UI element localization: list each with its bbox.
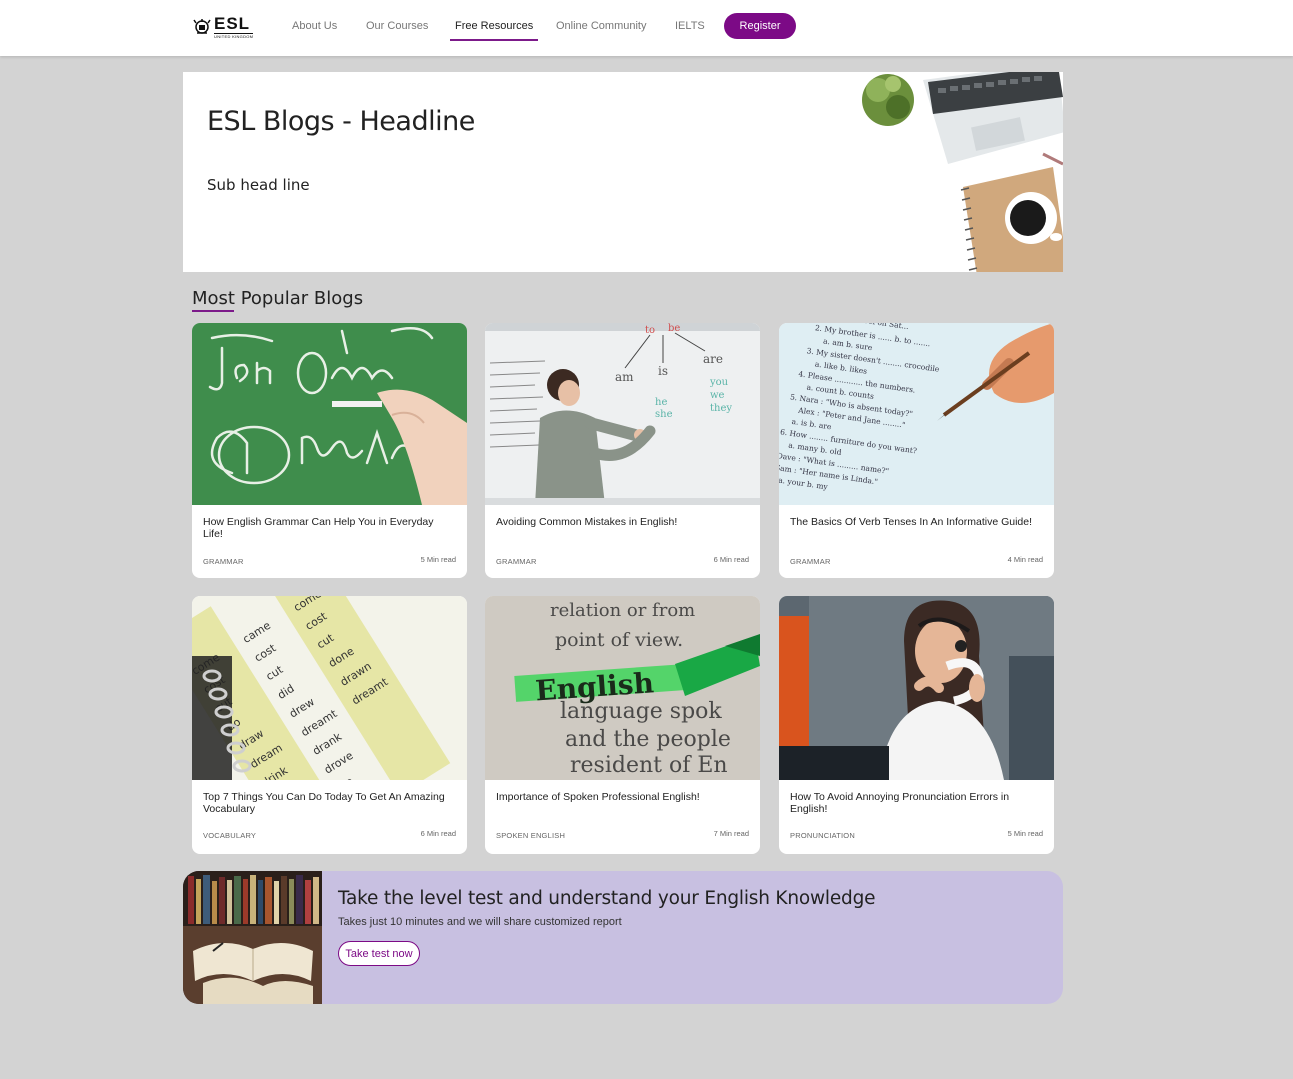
blog-card-category: GRAMMAR	[790, 557, 831, 566]
level-test-subtitle: Takes just 10 minutes and we will share …	[338, 916, 622, 928]
blog-card-read-time: 5 Min read	[1007, 829, 1043, 838]
logo-text: ESL	[214, 14, 251, 33]
plant-icon	[862, 74, 914, 126]
svg-text:she: she	[655, 409, 673, 420]
register-button[interactable]: Register	[724, 13, 796, 39]
svg-text:am: am	[615, 370, 634, 384]
svg-text:be: be	[668, 323, 680, 334]
blog-thumbnail-vocabulary-notebook: comecostcut dodrawdream drinkdriveeat ca…	[192, 596, 467, 780]
crest-icon	[193, 19, 211, 34]
svg-text:is: is	[658, 364, 668, 378]
svg-text:resident of En: resident of En	[570, 753, 728, 778]
svg-text:relation or from: relation or from	[550, 600, 695, 621]
blog-card-title[interactable]: How English Grammar Can Help You in Ever…	[203, 516, 453, 540]
page-title: ESL Blogs - Headline	[207, 106, 475, 137]
level-test-title: Take the level test and understand your …	[338, 888, 876, 909]
nav-free-resources[interactable]: Free Resources	[449, 20, 539, 42]
section-title-underline	[192, 310, 234, 312]
svg-text:are: are	[703, 352, 723, 366]
blog-thumbnail-chalkboard	[192, 323, 467, 505]
logo-subtext: UNITED KINGDOM	[214, 33, 254, 39]
blog-card[interactable]: How English Grammar Can Help You in Ever…	[192, 323, 467, 578]
svg-text:he: he	[655, 397, 667, 408]
top-navigation-bar: ESL UNITED KINGDOM About Us Our Courses …	[0, 0, 1293, 56]
blog-card-category: SPOKEN ENGLISH	[496, 831, 566, 840]
desk-illustration	[862, 72, 1063, 272]
blog-card[interactable]: How To Avoid Annoying Pronunciation Erro…	[779, 596, 1054, 854]
laptop-icon	[923, 72, 1063, 164]
blog-card-read-time: 4 Min read	[1007, 555, 1043, 564]
svg-text:they: they	[710, 403, 732, 414]
blog-card-category: VOCABULARY	[203, 831, 257, 840]
blog-card-read-time: 7 Min read	[713, 829, 749, 838]
blog-card-title[interactable]: Importance of Spoken Professional Englis…	[496, 791, 746, 803]
blog-thumbnail-worksheet: ... to school on Sat... 2. My brother is…	[779, 323, 1054, 505]
svg-text:we: we	[710, 390, 725, 401]
svg-text:point of view.: point of view.	[555, 629, 683, 651]
nav-online-community[interactable]: Online Community	[556, 20, 646, 42]
level-test-banner: Take the level test and understand your …	[183, 871, 1063, 1004]
svg-text:to: to	[645, 325, 655, 336]
blog-thumbnail-woman-pronunciation	[779, 596, 1054, 780]
blog-card-title[interactable]: Top 7 Things You Can Do Today To Get An …	[203, 791, 453, 815]
blog-card-category: GRAMMAR	[203, 557, 244, 566]
open-book-library-image	[183, 871, 322, 1004]
blog-card-category: PRONUNCIATION	[790, 831, 855, 840]
blog-thumbnail-whiteboard-teacher: am is are to be you we they heshe	[485, 323, 760, 505]
svg-text:and the people: and the people	[565, 727, 731, 752]
page-subtitle: Sub head line	[207, 176, 310, 194]
blog-card-title[interactable]: How To Avoid Annoying Pronunciation Erro…	[790, 791, 1040, 815]
svg-text:you: you	[709, 377, 729, 388]
nav-ielts[interactable]: IELTS	[675, 20, 705, 42]
blog-card[interactable]: relation or from point of view. language…	[485, 596, 760, 854]
blog-card[interactable]: am is are to be you we they he she Avoiding C…	[485, 323, 760, 578]
take-test-button[interactable]: Take test now	[338, 941, 420, 966]
nav-our-courses[interactable]: Our Courses	[366, 20, 428, 42]
section-title: Most Popular Blogs	[192, 288, 364, 309]
pen-icon	[1042, 152, 1063, 166]
blog-card[interactable]: ... to school on Sat... 2. My brother is…	[779, 323, 1054, 578]
blog-card-read-time: 5 Min read	[420, 555, 456, 564]
blog-card[interactable]: comecostcut dodrawdream drinkdriveeat ca…	[192, 596, 467, 854]
blog-thumbnail-dictionary-english: relation or from point of view. language…	[485, 596, 760, 780]
blog-card-title[interactable]: Avoiding Common Mistakes in English!	[496, 516, 746, 528]
nav-about-us[interactable]: About Us	[292, 20, 337, 42]
blog-card-read-time: 6 Min read	[713, 555, 749, 564]
esl-logo[interactable]: ESL UNITED KINGDOM	[192, 14, 254, 40]
blog-card-title[interactable]: The Basics Of Verb Tenses In An Informat…	[790, 516, 1040, 528]
blog-card-category: GRAMMAR	[496, 557, 537, 566]
blog-card-read-time: 6 Min read	[420, 829, 456, 838]
hero-banner: ESL Blogs - Headline Sub head line	[183, 72, 1063, 272]
